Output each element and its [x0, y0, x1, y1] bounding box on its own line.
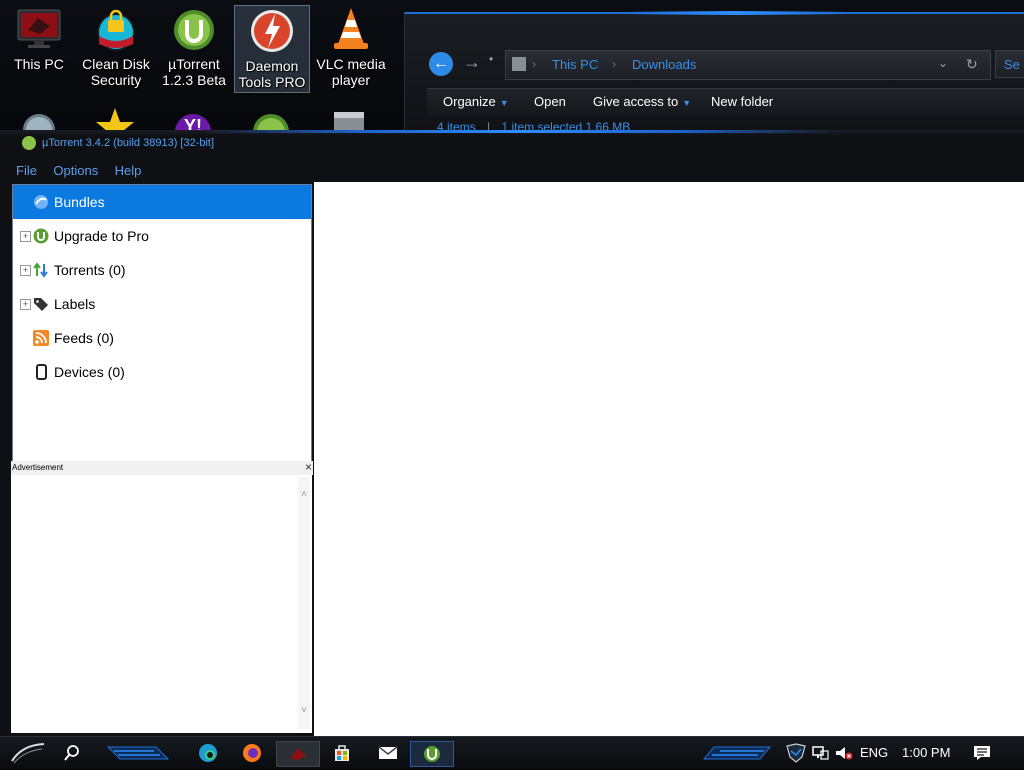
- desktop-icon-this-pc[interactable]: This PC: [1, 4, 77, 72]
- organize-button[interactable]: Organize ▼: [443, 94, 509, 109]
- refresh-icon[interactable]: ↻: [966, 56, 978, 73]
- torrents-arrows-icon: [33, 262, 49, 278]
- tree-item-upgrade-to-pro[interactable]: + Upgrade to Pro: [13, 219, 311, 253]
- tree-item-labels[interactable]: + Labels: [13, 287, 311, 321]
- advertisement-panel: Advertisement × ˄ ˅: [11, 460, 313, 733]
- input-language[interactable]: ENG: [860, 745, 888, 760]
- daemon-tools-icon: [249, 8, 295, 54]
- breadcrumb-separator: ›: [532, 57, 536, 71]
- tree-item-bundles[interactable]: Bundles: [13, 185, 311, 219]
- menu-bar: File Options Help: [10, 162, 147, 182]
- desktop-icon-label: This PC: [14, 56, 64, 72]
- new-folder-button[interactable]: New folder: [711, 94, 773, 109]
- scroll-down-icon[interactable]: ˅: [298, 705, 310, 716]
- forward-arrow-icon[interactable]: →: [463, 52, 481, 73]
- desktop-icon-vlc-media-player[interactable]: VLC media player: [313, 4, 389, 88]
- menu-file[interactable]: File: [16, 163, 37, 178]
- desktop-icon-daemon-tools-pro[interactable]: Daemon Tools PRO: [234, 5, 310, 93]
- desktop-icon-label: Daemon Tools PRO: [238, 58, 306, 90]
- breadcrumb-this-pc[interactable]: This PC: [552, 57, 598, 72]
- utorrent-pro-icon: [33, 228, 49, 244]
- utorrent-window[interactable]: µTorrent 3.4.2 (build 38913) [32-bit] Fi…: [0, 130, 1024, 736]
- utorrent-logo-icon: [22, 136, 36, 150]
- desktop-icon-label: µTorrent 1.2.3 Beta: [162, 56, 226, 88]
- desktop-icon-label: Clean Disk Security: [82, 56, 150, 88]
- chevron-down-icon: ▼: [499, 98, 509, 108]
- category-tree: Bundles + Upgrade to Pro + Torrents (0) …: [12, 184, 312, 462]
- give-access-button[interactable]: Give access to ▼: [593, 94, 691, 109]
- window-accent-glow: [625, 11, 845, 15]
- bundles-icon: [33, 194, 49, 210]
- desktop-icon-clean-disk-security[interactable]: Clean Disk Security: [78, 4, 154, 88]
- address-bar[interactable]: › This PC › Downloads ⌄ ↻: [505, 50, 991, 80]
- tag-icon: [33, 296, 49, 312]
- expand-toggle[interactable]: +: [20, 230, 31, 242]
- window-accent-glow: [200, 130, 840, 133]
- back-arrow-icon[interactable]: ←: [429, 52, 453, 76]
- tree-item-devices[interactable]: Devices (0): [13, 355, 311, 389]
- desktop-icon-utorrent-beta[interactable]: µTorrent 1.2.3 Beta: [156, 4, 232, 88]
- advertisement-header: Advertisement ×: [11, 460, 313, 475]
- taskbar-decoration: [700, 743, 776, 763]
- edge-browser-icon[interactable]: [196, 741, 220, 765]
- system-clock[interactable]: 1:00 PM: [902, 745, 950, 760]
- clean-disk-icon: [93, 6, 139, 52]
- shield-icon[interactable]: [784, 741, 808, 765]
- advertisement-scrollbar[interactable]: ˄ ˅: [298, 477, 310, 729]
- scroll-up-icon[interactable]: ˄: [298, 489, 310, 500]
- taskbar-decoration: [104, 743, 174, 763]
- expand-toggle[interactable]: +: [20, 298, 31, 310]
- recent-locations-chevron-icon[interactable]: •: [489, 52, 493, 66]
- tree-item-torrents[interactable]: + Torrents (0): [13, 253, 311, 287]
- mail-icon[interactable]: [376, 741, 400, 765]
- torrent-list-pane[interactable]: [314, 182, 1024, 736]
- window-title: µTorrent 3.4.2 (build 38913) [32-bit]: [22, 136, 214, 150]
- this-pc-small-icon: [512, 57, 526, 71]
- utorrent-icon: [171, 6, 217, 52]
- this-pc-icon: [16, 6, 62, 52]
- firefox-icon[interactable]: [240, 741, 264, 765]
- utorrent-taskbar-icon[interactable]: [410, 741, 454, 767]
- address-dropdown-chevron-icon[interactable]: ⌄: [938, 56, 948, 70]
- search-input[interactable]: Se: [995, 50, 1024, 78]
- breadcrumb-downloads[interactable]: Downloads: [632, 57, 696, 72]
- rss-feed-icon: [33, 330, 49, 346]
- command-bar: Organize ▼ Open Give access to ▼ New folde…: [427, 88, 1024, 115]
- breadcrumb-separator: ›: [612, 57, 616, 71]
- vlc-cone-icon: [328, 6, 374, 52]
- desktop-icon-label: VLC media player: [316, 56, 386, 88]
- menu-help[interactable]: Help: [115, 163, 142, 178]
- tree-item-feeds[interactable]: Feeds (0): [13, 321, 311, 355]
- start-button[interactable]: [8, 741, 48, 765]
- chevron-down-icon: ▼: [682, 98, 692, 108]
- volume-muted-icon[interactable]: [832, 741, 856, 765]
- expand-toggle[interactable]: +: [20, 264, 31, 276]
- device-icon: [33, 364, 49, 380]
- store-bag-icon[interactable]: [330, 741, 354, 765]
- open-button[interactable]: Open: [534, 94, 566, 109]
- close-icon[interactable]: ×: [305, 460, 312, 474]
- taskbar: ENG 1:00 PM: [0, 736, 1024, 769]
- action-center-icon[interactable]: [970, 741, 994, 765]
- daemon-tools-taskbar-icon[interactable]: [276, 741, 320, 767]
- file-explorer-window[interactable]: ← → • › This PC › Downloads ⌄ ↻ Se Organ…: [404, 11, 1024, 134]
- search-icon[interactable]: [60, 741, 84, 765]
- network-icon[interactable]: [808, 741, 832, 765]
- menu-options[interactable]: Options: [53, 163, 98, 178]
